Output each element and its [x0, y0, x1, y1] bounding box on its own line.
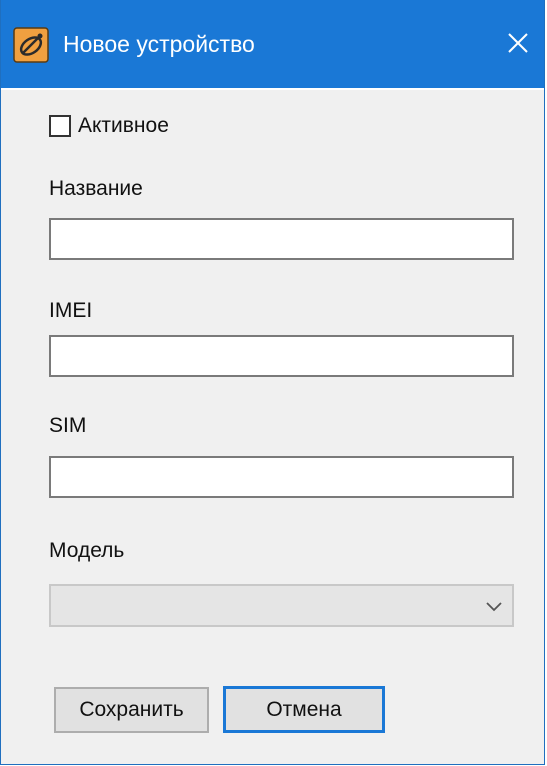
sim-label: SIM	[49, 414, 87, 437]
name-input[interactable]	[49, 218, 514, 260]
dialog-window: Новое устройство Активное Название IMEI …	[0, 0, 545, 765]
title-bar: Новое устройство	[1, 0, 544, 90]
close-icon	[506, 31, 530, 60]
save-button[interactable]: Сохранить	[54, 687, 209, 733]
model-label: Модель	[49, 539, 125, 562]
satellite-icon	[13, 27, 49, 63]
window-title: Новое устройство	[63, 31, 255, 57]
name-label: Название	[49, 177, 143, 200]
imei-label: IMEI	[49, 299, 93, 322]
cancel-button[interactable]: Отмена	[223, 686, 385, 733]
active-checkbox[interactable]	[49, 115, 71, 137]
active-checkbox-label: Активное	[78, 114, 169, 137]
chevron-down-icon	[484, 596, 504, 616]
sim-input[interactable]	[49, 456, 514, 498]
model-select[interactable]	[49, 584, 514, 627]
imei-input[interactable]	[49, 335, 514, 377]
title-bar-background: Новое устройство	[1, 0, 544, 90]
active-checkbox-row[interactable]: Активное	[49, 112, 169, 140]
close-button[interactable]	[498, 25, 538, 65]
dialog-content: Активное Название IMEI SIM Модель Сохран…	[1, 90, 544, 764]
